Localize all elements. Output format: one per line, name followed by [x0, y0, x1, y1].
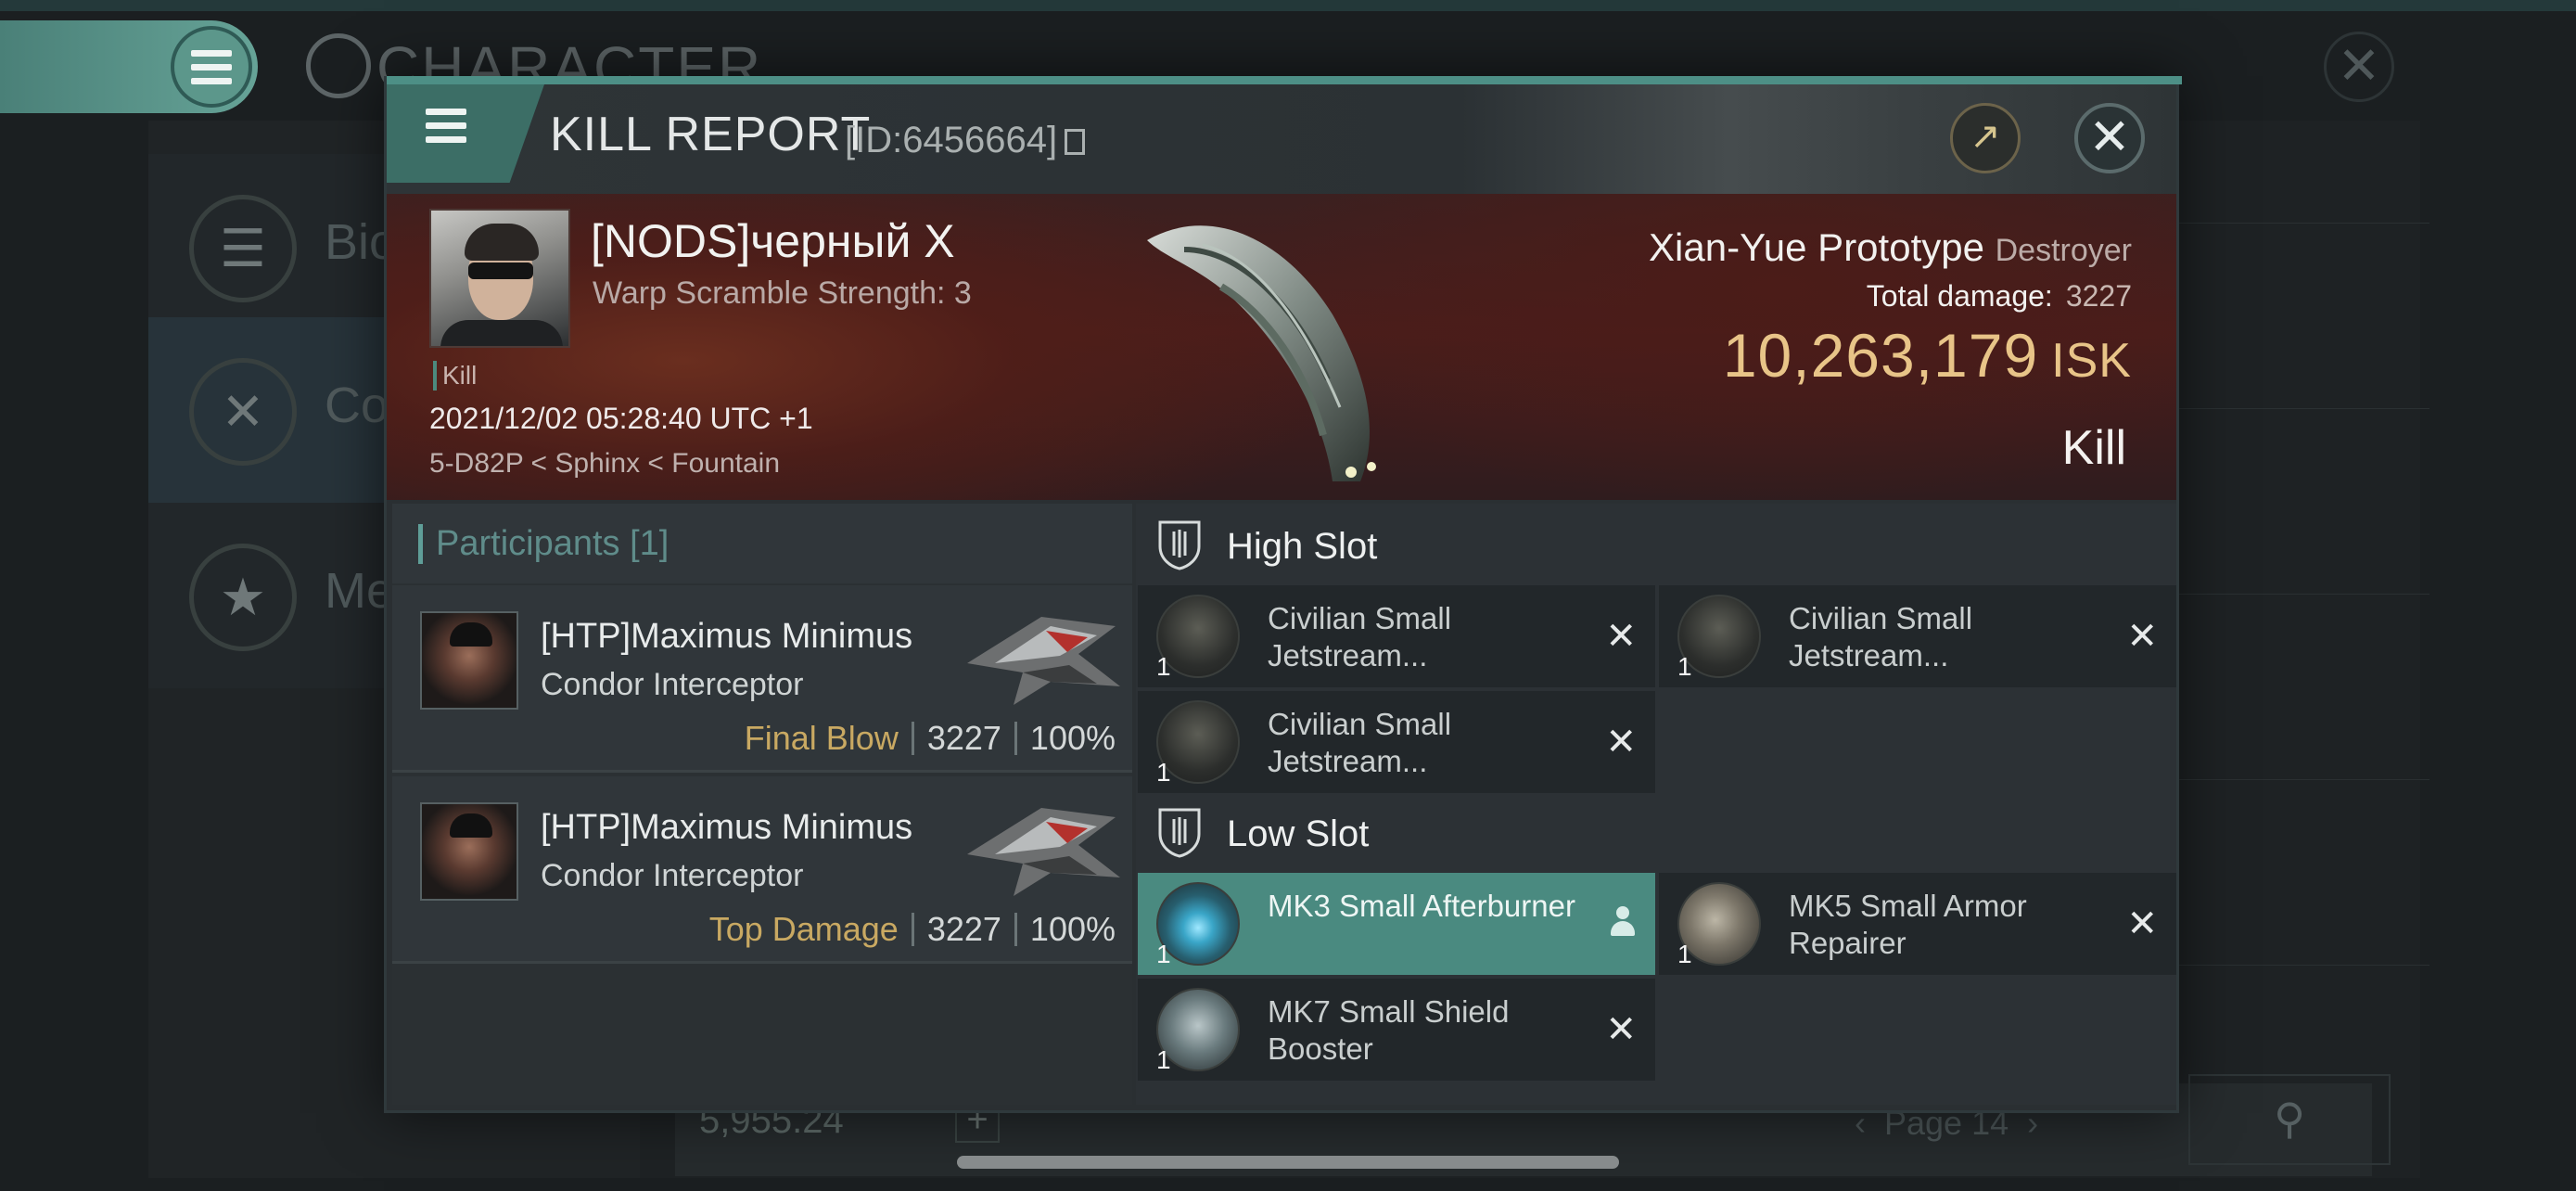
- module-name: Civilian Small Jetstream...: [1268, 707, 1452, 778]
- bg-sidebar-label: Co: [325, 378, 389, 433]
- module-slot[interactable]: 1 MK7 Small Shield Booster ✕: [1138, 979, 1655, 1081]
- destroyed-x-icon: ✕: [1605, 722, 1637, 762]
- module-name: Civilian Small Jetstream...: [1789, 601, 1973, 672]
- star-badge-icon: ★: [189, 544, 297, 651]
- participant-damage: 3227: [926, 719, 1001, 757]
- total-damage-label: Total damage:: [1866, 279, 2053, 313]
- share-icon[interactable]: ↗: [1950, 103, 2021, 173]
- participant-ship-image: [967, 617, 1120, 705]
- high-slot-header: High Slot: [1136, 504, 2176, 583]
- ship-class-text: Destroyer: [1995, 233, 2132, 268]
- victim-ship-image[interactable]: [1129, 203, 1425, 491]
- participant-row[interactable]: [HTP]Maximus Minimus Condor Interceptor …: [392, 585, 1132, 773]
- dialog-accent-bar: [387, 76, 2182, 84]
- module-slot[interactable]: 1 MK5 Small Armor Repairer ✕: [1659, 873, 2176, 975]
- ship-name-text: Xian-Yue Prototype: [1649, 225, 1984, 269]
- module-quantity: 1: [1677, 652, 1692, 681]
- victim-subtitle: Warp Scramble Strength: 3: [593, 275, 972, 311]
- character-icon: [306, 33, 371, 98]
- hamburger-icon: [171, 26, 252, 108]
- victim-banner: [NODS]черный X Warp Scramble Strength: 3…: [387, 194, 2176, 500]
- bg-filter-icon[interactable]: ⚲: [2188, 1074, 2391, 1165]
- close-icon[interactable]: ✕: [2074, 103, 2145, 173]
- module-quantity: 1: [1156, 940, 1171, 968]
- participant-role: Final Blow: [744, 719, 899, 757]
- hamburger-icon: [426, 109, 466, 143]
- participant-ship-image: [967, 808, 1120, 896]
- participant-avatar: [420, 802, 518, 901]
- kill-tag: Kill: [433, 361, 477, 391]
- victim-ship-name: Xian-Yue Prototype Destroyer: [1649, 225, 2132, 270]
- total-damage-value: 3227: [2065, 279, 2132, 313]
- screen: CHARACTER ✕ ☰ Bio ✕ Co ★ Me 5,955.24 + ‹…: [0, 0, 2576, 1191]
- module-quantity: 1: [1156, 758, 1171, 787]
- isk-amount: 10,263,179: [1722, 321, 2039, 390]
- participants-title: Participants [1]: [418, 524, 669, 564]
- destroyed-x-icon: ✕: [1605, 616, 1637, 657]
- module-slot[interactable]: 1 Civilian Small Jetstream... ✕: [1138, 691, 1655, 793]
- bg-row-dividers: [2170, 223, 2429, 224]
- participant-ship: Condor Interceptor: [541, 667, 804, 702]
- participant-stats: Top Damage 3227 100%: [709, 910, 1116, 949]
- low-slot-shield-icon: [1158, 808, 1201, 858]
- kill-datetime: 2021/12/02 05:28:40 UTC +1: [429, 402, 813, 435]
- module-name: MK7 Small Shield Booster: [1268, 994, 1510, 1066]
- destroyed-x-icon: ✕: [2126, 616, 2158, 657]
- kill-report-dialog: KILL REPORT [ID:6456664] ↗ ✕ [NODS]черны…: [384, 76, 2182, 1113]
- participants-header: Participants [1]: [392, 504, 1132, 583]
- high-slot-shield-icon: [1158, 520, 1201, 570]
- module-quantity: 1: [1156, 1045, 1171, 1074]
- participant-role: Top Damage: [708, 910, 899, 948]
- participant-name: [HTP]Maximus Minimus: [541, 808, 913, 847]
- top-edge: [0, 0, 2576, 11]
- total-damage: Total damage: 3227: [1867, 279, 2132, 314]
- participant-stats: Final Blow 3227 100%: [745, 719, 1116, 758]
- module-slot[interactable]: 1 Civilian Small Jetstream... ✕: [1659, 585, 2176, 687]
- victim-portrait[interactable]: [429, 209, 570, 348]
- isk-value: 10,263,179 ISK: [1723, 320, 2132, 391]
- copy-icon[interactable]: [1065, 129, 1086, 156]
- participant-percent: 100%: [1029, 910, 1116, 948]
- kill-location: 5-D82P < Sphinx < Fountain: [429, 448, 781, 479]
- module-name: MK3 Small Afterburner: [1268, 889, 1575, 923]
- home-indicator[interactable]: [957, 1156, 1619, 1169]
- kill-id-text: [ID:6456664]: [845, 120, 1058, 160]
- victim-name: [NODS]черный X: [591, 215, 955, 267]
- module-name: MK5 Small Armor Repairer: [1789, 889, 2027, 960]
- isk-unit: ISK: [2051, 334, 2132, 388]
- module-name: Civilian Small Jetstream...: [1268, 601, 1452, 672]
- participant-avatar: [420, 611, 518, 710]
- list-icon: ☰: [189, 195, 297, 302]
- kill-id: [ID:6456664]: [845, 120, 1086, 161]
- person-icon: [1609, 906, 1637, 938]
- participant-percent: 100%: [1029, 719, 1116, 757]
- low-slot-header: Low Slot: [1136, 791, 2176, 871]
- participant-row[interactable]: [HTP]Maximus Minimus Condor Interceptor …: [392, 776, 1132, 964]
- bg-close-icon[interactable]: ✕: [2324, 32, 2394, 102]
- module-quantity: 1: [1677, 940, 1692, 968]
- participant-ship: Condor Interceptor: [541, 858, 804, 893]
- participant-name: [HTP]Maximus Minimus: [541, 617, 913, 656]
- participant-damage: 3227: [926, 910, 1001, 948]
- module-slot-dropped[interactable]: 1 MK3 Small Afterburner: [1138, 873, 1655, 975]
- high-slot-title: High Slot: [1227, 526, 1378, 567]
- dialog-menu-button[interactable]: [387, 84, 544, 183]
- destroyed-x-icon: ✕: [2126, 903, 2158, 944]
- participants-panel: Participants [1] [HTP]Maximus Minimus Co…: [392, 504, 1132, 1105]
- kill-result: Kill: [2061, 421, 2126, 475]
- dialog-title: KILL REPORT: [550, 108, 872, 161]
- dialog-header: KILL REPORT [ID:6456664] ↗ ✕: [387, 84, 2176, 194]
- fitting-panel: High Slot 1 Civilian Small Jetstream... …: [1136, 504, 2176, 1105]
- module-quantity: 1: [1156, 652, 1171, 681]
- bg-menu-button[interactable]: [0, 20, 258, 113]
- module-slot[interactable]: 1 Civilian Small Jetstream... ✕: [1138, 585, 1655, 687]
- crossed-swords-icon: ✕: [189, 358, 297, 466]
- destroyed-x-icon: ✕: [1605, 1009, 1637, 1050]
- low-slot-title: Low Slot: [1227, 813, 1370, 854]
